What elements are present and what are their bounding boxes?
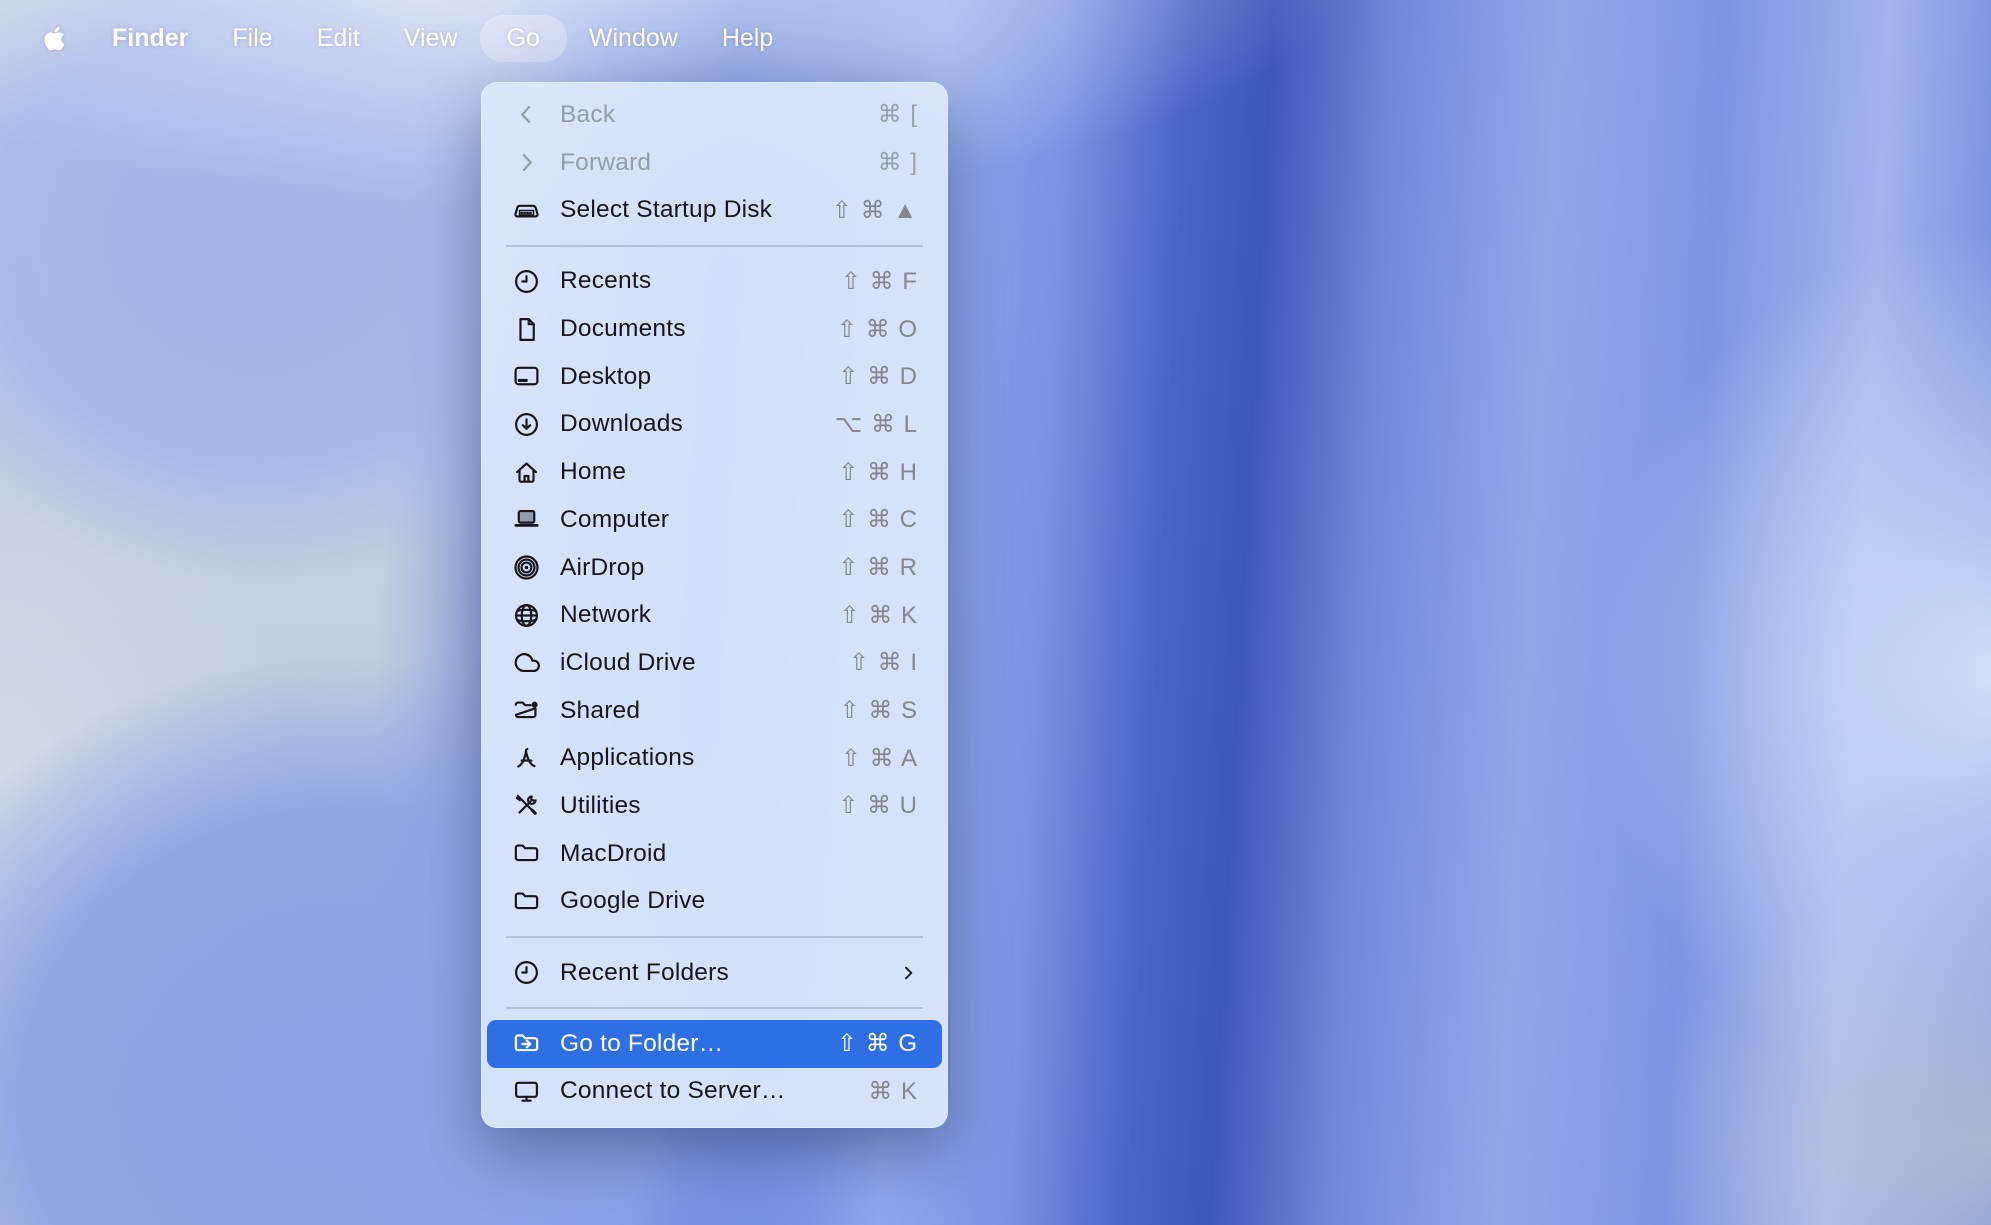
menubar-item-edit[interactable]: Edit <box>295 15 382 62</box>
menubar-item-view[interactable]: View <box>382 15 480 62</box>
menu-item-network[interactable]: Network ⇧ ⌘ K <box>481 591 948 639</box>
shared-folder-icon <box>511 696 541 726</box>
menu-item-label: iCloud Drive <box>560 649 849 677</box>
desktop-icon <box>511 362 541 392</box>
folder-arrow-icon <box>511 1029 541 1059</box>
menu-item-shortcut: ⇧ ⌘ D <box>838 362 918 391</box>
folder-icon <box>511 886 541 916</box>
menu-item-label: Desktop <box>560 363 838 391</box>
menu-item-shortcut: ⌥ ⌘ L <box>835 410 918 439</box>
menu-item-label: Back <box>560 101 878 129</box>
menu-item-label: MacDroid <box>560 840 918 868</box>
clock-icon <box>511 958 541 988</box>
menu-item-airdrop[interactable]: AirDrop ⇧ ⌘ R <box>481 544 948 592</box>
menu-item-label: Select Startup Disk <box>560 196 832 224</box>
menu-item-computer[interactable]: Computer ⇧ ⌘ C <box>481 496 948 544</box>
menu-item-label: Home <box>560 458 838 486</box>
menubar-item-window[interactable]: Window <box>567 15 700 62</box>
menu-item-shortcut: ⇧ ⌘ G <box>837 1029 918 1058</box>
clock-icon <box>511 266 541 296</box>
menubar-item-finder[interactable]: Finder <box>90 15 210 62</box>
menu-item-shortcut: ⇧ ⌘ A <box>841 744 918 773</box>
menu-item-label: Go to Folder… <box>560 1030 837 1058</box>
desktop-wallpaper[interactable]: Finder File Edit View Go Window Help Bac… <box>0 0 1991 1225</box>
laptop-icon <box>511 505 541 535</box>
menu-item-label: Utilities <box>560 792 838 820</box>
menu-separator <box>506 936 923 938</box>
chevron-left-icon <box>511 100 541 130</box>
menubar-item-file[interactable]: File <box>210 15 294 62</box>
menu-item-go-to-folder[interactable]: Go to Folder… ⇧ ⌘ G <box>487 1020 942 1068</box>
menu-item-label: Recent Folders <box>560 959 896 987</box>
folder-icon <box>511 839 541 869</box>
menu-item-shortcut: ⇧ ⌘ S <box>840 696 918 725</box>
menu-item-recents[interactable]: Recents ⇧ ⌘ F <box>481 258 948 306</box>
globe-icon <box>511 600 541 630</box>
menu-item-shortcut: ⇧ ⌘ F <box>841 267 918 296</box>
menu-item-shortcut: ⇧ ⌘ O <box>837 315 918 344</box>
menu-item-desktop[interactable]: Desktop ⇧ ⌘ D <box>481 353 948 401</box>
menu-item-shortcut: ⌘ K <box>868 1077 918 1106</box>
menu-item-shortcut: ⇧ ⌘ H <box>838 458 918 487</box>
menu-item-documents[interactable]: Documents ⇧ ⌘ O <box>481 305 948 353</box>
utilities-icon <box>511 791 541 821</box>
submenu-chevron-icon <box>896 963 918 983</box>
menu-item-back: Back ⌘ [ <box>481 91 948 139</box>
menu-item-macdroid[interactable]: MacDroid <box>481 830 948 878</box>
menu-item-label: Forward <box>560 149 878 177</box>
apple-menu[interactable] <box>43 25 70 52</box>
menu-item-label: Recents <box>560 267 841 295</box>
menu-item-shortcut: ⇧ ⌘ ▲ <box>832 196 918 225</box>
menu-item-home[interactable]: Home ⇧ ⌘ H <box>481 448 948 496</box>
menu-item-recent-folders[interactable]: Recent Folders <box>481 949 948 997</box>
menu-item-connect-to-server[interactable]: Connect to Server… ⌘ K <box>481 1068 948 1116</box>
menu-item-shortcut: ⇧ ⌘ C <box>838 505 918 534</box>
menu-item-shortcut: ⌘ [ <box>878 100 918 129</box>
download-circle-icon <box>511 409 541 439</box>
menubar-item-help[interactable]: Help <box>700 15 795 62</box>
document-icon <box>511 314 541 344</box>
menu-item-label: Computer <box>560 506 838 534</box>
go-menu: Back ⌘ [ Forward ⌘ ] Select Startup Disk… <box>481 82 948 1128</box>
menu-item-utilities[interactable]: Utilities ⇧ ⌘ U <box>481 782 948 830</box>
menu-item-label: Downloads <box>560 410 835 438</box>
menu-item-shortcut: ⇧ ⌘ R <box>838 553 918 582</box>
internal-drive-icon <box>511 195 541 225</box>
display-icon <box>511 1076 541 1106</box>
menu-item-shortcut: ⇧ ⌘ I <box>849 648 918 677</box>
menubar-item-go[interactable]: Go <box>480 15 567 62</box>
house-icon <box>511 457 541 487</box>
menu-separator <box>506 245 923 247</box>
menu-item-label: Google Drive <box>560 887 918 915</box>
menu-item-shortcut: ⌘ ] <box>878 148 918 177</box>
menu-item-icloud-drive[interactable]: iCloud Drive ⇧ ⌘ I <box>481 639 948 687</box>
menu-item-shared[interactable]: Shared ⇧ ⌘ S <box>481 687 948 735</box>
apple-icon <box>43 25 66 52</box>
airdrop-icon <box>511 553 541 583</box>
chevron-right-icon <box>511 148 541 178</box>
menu-bar: Finder File Edit View Go Window Help <box>0 0 1991 76</box>
menu-item-label: Network <box>560 601 840 629</box>
menu-item-downloads[interactable]: Downloads ⌥ ⌘ L <box>481 401 948 449</box>
menu-item-google-drive[interactable]: Google Drive <box>481 878 948 926</box>
menu-item-select-startup-disk[interactable]: Select Startup Disk ⇧ ⌘ ▲ <box>481 186 948 234</box>
menu-item-label: Shared <box>560 697 840 725</box>
menu-item-forward: Forward ⌘ ] <box>481 139 948 187</box>
cloud-icon <box>511 648 541 678</box>
menu-item-label: Documents <box>560 315 837 343</box>
menu-separator <box>506 1007 923 1009</box>
menu-item-label: AirDrop <box>560 554 838 582</box>
menu-item-shortcut: ⇧ ⌘ K <box>840 601 918 630</box>
applications-icon <box>511 743 541 773</box>
menu-item-shortcut: ⇧ ⌘ U <box>838 791 918 820</box>
menu-item-label: Connect to Server… <box>560 1077 868 1105</box>
menu-item-label: Applications <box>560 744 841 772</box>
menu-item-applications[interactable]: Applications ⇧ ⌘ A <box>481 734 948 782</box>
